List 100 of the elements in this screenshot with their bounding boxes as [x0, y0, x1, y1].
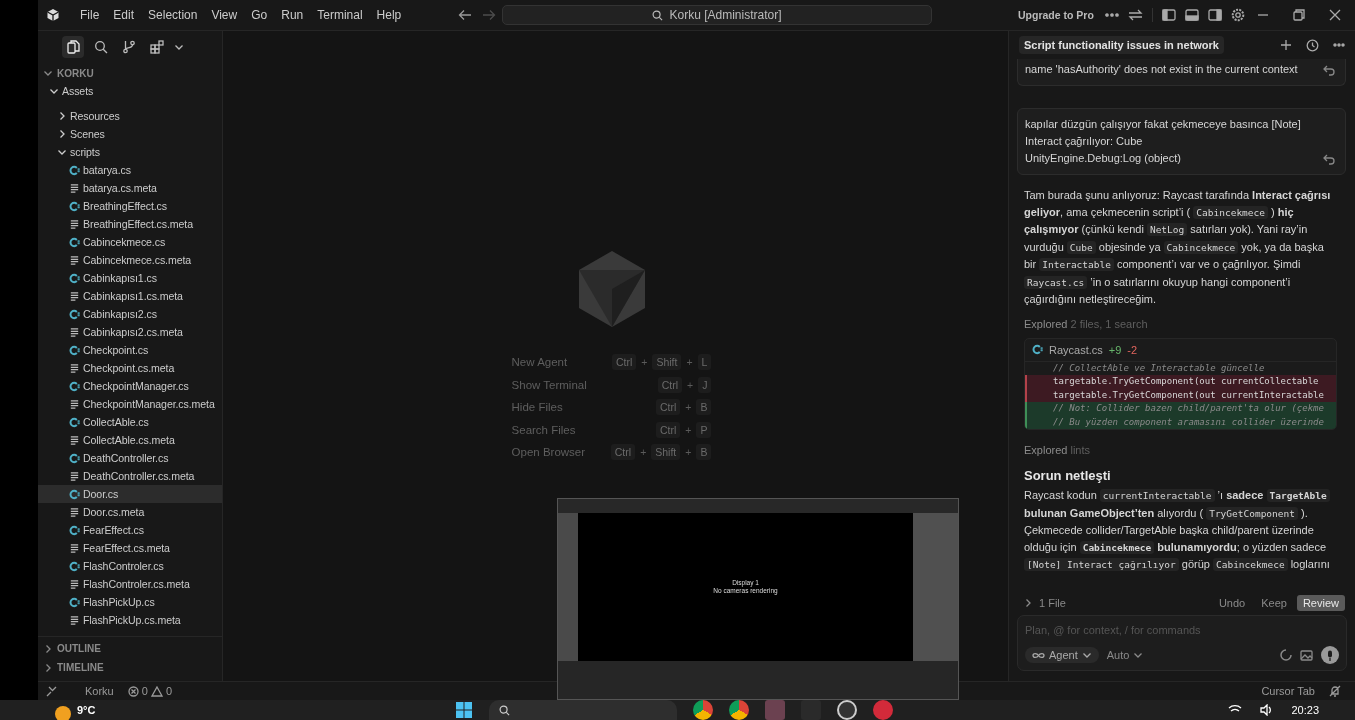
csharp-file-icon	[69, 236, 80, 248]
text-file-icon	[69, 254, 80, 266]
plus-sign: +	[641, 356, 648, 369]
tree-item[interactable]: FlashControler.cs.meta	[38, 575, 222, 593]
extensions-icon	[150, 40, 164, 54]
model-dropdown[interactable]: Auto	[1106, 649, 1144, 661]
diff-file-name[interactable]: Raycast.cs	[1049, 343, 1103, 356]
menu-item[interactable]: Terminal	[311, 5, 369, 25]
tree-item[interactable]: Cabinkapısı1.cs.meta	[38, 287, 222, 305]
warning-icon	[150, 685, 163, 697]
tree-item[interactable]: Checkpoint.cs	[38, 341, 222, 359]
keyboard-key: B	[696, 444, 712, 461]
keyboard-key: Ctrl	[655, 399, 681, 416]
tree-item[interactable]: Cabinkapısı1.cs	[38, 269, 222, 287]
tree-item[interactable]: batarya.cs	[38, 161, 222, 179]
plus-sign: +	[685, 401, 692, 414]
action-button[interactable]: Undo	[1212, 595, 1252, 611]
cursor-tab-status[interactable]: Cursor Tab	[1261, 685, 1315, 697]
removed-count: -2	[1127, 343, 1138, 356]
keyboard-key: B	[696, 399, 712, 416]
text-file-icon	[69, 326, 80, 338]
tree-item[interactable]: CheckpointManager.cs	[38, 377, 222, 395]
tree-item[interactable]: Cabincekmece.cs	[38, 233, 222, 251]
tree-item[interactable]: Assets	[38, 82, 222, 100]
menu-item[interactable]: File	[74, 5, 106, 25]
keyboard-key: Ctrl	[610, 444, 636, 461]
text-file-icon	[69, 218, 80, 230]
files-icon	[66, 40, 80, 54]
project-name[interactable]: Korku	[85, 685, 114, 697]
keyboard-key: J	[698, 376, 712, 393]
tree-item[interactable]: DeathController.cs.meta	[38, 467, 222, 485]
text-file-icon	[69, 434, 80, 446]
csharp-file-icon	[69, 560, 80, 572]
tree-item[interactable]: FearEffect.cs	[38, 521, 222, 539]
clock-time[interactable]: 20:23	[1291, 704, 1319, 716]
image-icon	[1300, 649, 1313, 661]
keyboard-key: Ctrl	[655, 421, 681, 438]
tree-item[interactable]: Cabinkapısı2.cs	[38, 305, 222, 323]
tree-item[interactable]: Resources	[38, 107, 222, 125]
taskbar-app-icon[interactable]	[693, 700, 714, 720]
tree-item[interactable]: batarya.cs.meta	[38, 179, 222, 197]
tree-item[interactable]: BreathingEffect.cs	[38, 197, 222, 215]
tree-item[interactable]: FearEffect.cs.meta	[38, 539, 222, 557]
chat-title[interactable]: Script functionality issues in network	[1019, 36, 1224, 54]
error-count[interactable]: 0	[141, 685, 148, 697]
assistant-paragraph: Raycast kodun currentInteractable ’ı sadece TargetAble bulunan GameObject’ten alıyordu ( TryGetComponent ). Çekmecede collider/TargetAble başka child/parent üzerinde olduğu için Cabincekmece bulunamıyordu; o yüzden sadece [Note] Interact çağrılıyor görüp Cabincekmece loglarını	[1024, 488, 1331, 573]
panel-section-header[interactable]: OUTLINE	[38, 639, 222, 658]
tree-item[interactable]: Cabincekmece.cs.meta	[38, 251, 222, 269]
sidebar-layout-icon	[1161, 9, 1176, 21]
tree-item[interactable]: Door.cs	[38, 485, 222, 503]
tree-item[interactable]: CollectAble.cs	[38, 413, 222, 431]
csharp-file-icon	[69, 272, 80, 284]
csharp-file-icon	[69, 344, 80, 356]
keyboard-key: Shift	[652, 354, 682, 371]
text-file-icon	[69, 578, 80, 590]
plus-sign: +	[686, 356, 693, 369]
tree-item[interactable]: CollectAble.cs.meta	[38, 431, 222, 449]
swap-arrows-icon	[1127, 9, 1143, 21]
tree-item[interactable]: Scenes	[38, 125, 222, 143]
activity-tab[interactable]	[62, 36, 84, 58]
taskbar-search-field[interactable]	[489, 700, 678, 720]
weather-sun-icon[interactable]	[55, 706, 71, 720]
settings-icon	[1230, 8, 1245, 22]
upgrade-button[interactable]: Upgrade to Pro	[1018, 9, 1094, 21]
menu-item[interactable]: Go	[245, 5, 274, 25]
menu-item[interactable]: View	[205, 5, 244, 25]
temperature[interactable]: 9°C	[77, 704, 96, 716]
microphone-button[interactable]	[1321, 646, 1339, 664]
tree-item[interactable]: CheckpointManager.cs.meta	[38, 395, 222, 413]
menu-item[interactable]: Selection	[142, 5, 204, 25]
added-count: +9	[1108, 343, 1122, 356]
bell-slash-icon	[1329, 685, 1341, 697]
chevron-down-icon	[1081, 650, 1092, 660]
tree-item[interactable]: FlashPickUp.cs.meta	[38, 611, 222, 629]
review-button[interactable]: Review	[1296, 595, 1345, 611]
agent-mode-dropdown[interactable]: Agent	[1025, 647, 1099, 663]
command-search-field[interactable]: Korku [Administrator]	[502, 5, 932, 25]
tree-item[interactable]: Cabinkapısı2.cs.meta	[38, 323, 222, 341]
tree-item[interactable]: Checkpoint.cs.meta	[38, 359, 222, 377]
action-button[interactable]: Keep	[1255, 595, 1293, 611]
menu-item[interactable]: Help	[370, 5, 408, 25]
warning-count[interactable]: 0	[165, 685, 172, 697]
tree-item[interactable]: scripts	[38, 143, 222, 161]
explored-summary: Explored 2 files, 1 search	[1024, 317, 1149, 330]
revert-icon	[1323, 154, 1335, 165]
tree-item[interactable]: FlashPickUp.cs	[38, 593, 222, 611]
taskbar-app-icon[interactable]	[729, 700, 750, 720]
tree-item[interactable]: DeathController.cs	[38, 449, 222, 467]
changed-files-toggle[interactable]: 1 File	[1023, 597, 1066, 609]
tree-item[interactable]: Door.cs.meta	[38, 503, 222, 521]
taskbar-app-icon[interactable]	[837, 700, 858, 720]
explorer-section-header[interactable]: KORKU	[38, 64, 222, 82]
menu-item[interactable]: Edit	[107, 5, 141, 25]
csharp-file-icon	[69, 380, 80, 392]
chevron-down-icon	[57, 147, 67, 157]
shortcut-label: New Agent	[511, 355, 569, 370]
panel-section-header[interactable]: TIMELINE	[38, 658, 222, 677]
tree-item[interactable]: FlashControler.cs	[38, 557, 222, 575]
tree-item[interactable]: BreathingEffect.cs.meta	[38, 215, 222, 233]
menu-item[interactable]: Run	[275, 5, 310, 25]
